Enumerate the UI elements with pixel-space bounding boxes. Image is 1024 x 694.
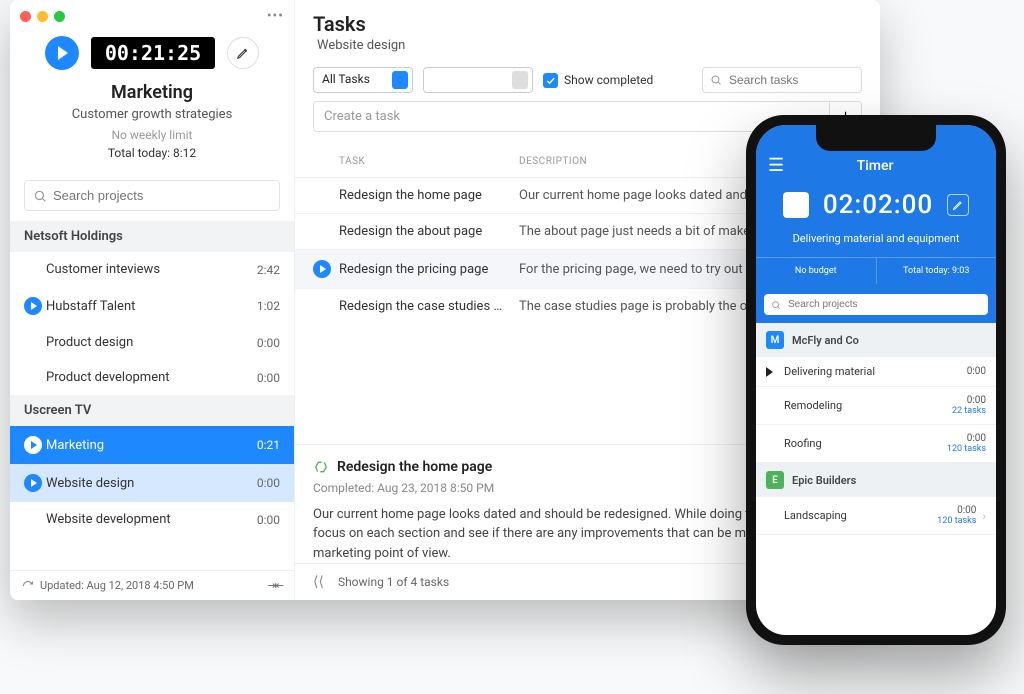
org-letter-icon: M [766,331,784,349]
zoom-window-icon[interactable] [54,11,65,22]
project-name: Marketing [46,438,257,453]
checkbox-checked-icon [543,73,558,88]
minimize-window-icon[interactable] [37,11,48,22]
project-row[interactable]: Website design0:00 [10,464,294,502]
weekly-limit: No weekly limit [24,128,280,142]
task-name: Redesign the case studies pa... [339,299,519,314]
search-projects-input[interactable] [24,180,280,211]
window-titlebar: ••• [10,0,294,32]
project-row[interactable]: Hubstaff Talent1:02 [10,287,294,325]
collapse-icon[interactable]: ⇥⇤ [268,579,282,592]
page-title: Tasks [313,12,862,36]
project-time: 0:00 [257,371,280,385]
project-time: 0:00 [257,513,280,527]
project-row[interactable]: Customer inteviews2:42 [10,252,294,287]
stop-button[interactable] [783,192,809,218]
close-window-icon[interactable] [20,11,31,22]
phone-subtitle: Delivering material and equipment [756,226,996,257]
phone-project-meta: 0:00 [967,366,986,377]
project-name: Product design [46,335,257,350]
sidebar: ••• 00:21:25 Marketing Customer growth s… [10,0,295,600]
phone-total: Total today: 9:03 [876,257,997,284]
phone-project-name: Remodeling [784,399,952,412]
traffic-lights[interactable] [20,11,65,22]
filter-secondary[interactable] [423,67,533,93]
project-name: Website development [46,512,257,527]
project-time: 0:00 [257,476,280,490]
project-row[interactable]: Product development0:00 [10,360,294,395]
create-task-input[interactable]: Create a task [313,101,830,132]
updated-label: Updated: Aug 12, 2018 4:50 PM [40,579,194,592]
play-icon [58,46,68,60]
phone-project-row[interactable]: Remodeling0:0022 tasks [756,387,996,425]
detail-title: Redesign the home page [337,459,492,475]
project-row[interactable]: Marketing0:21 [10,426,294,464]
phone-notch [816,125,936,151]
project-name: Product development [46,370,257,385]
project-time: 0:21 [257,438,280,452]
project-time: 1:02 [257,299,280,313]
phone-project-name: Roofing [784,437,947,450]
phone-timer-value: 02:02:00 [823,190,933,220]
phone-project-row[interactable]: Delivering material0:00 [756,357,996,387]
timer-value: 00:21:25 [91,37,215,69]
org-header[interactable]: Netsoft Holdings [10,221,294,252]
play-icon[interactable] [24,474,42,492]
sidebar-footer: Updated: Aug 12, 2018 4:50 PM ⇥⇤ [10,570,294,600]
pencil-icon [952,199,964,211]
task-name: Redesign the pricing page [339,262,519,277]
phone-project-name: Landscaping [784,509,937,522]
org-name: Epic Builders [792,474,856,487]
phone-search-input[interactable] [764,294,988,315]
play-button[interactable] [45,36,79,70]
task-name: Redesign the about page [339,224,519,239]
phone-org-header[interactable]: M McFly and Co [756,323,996,357]
edit-button[interactable] [227,37,259,69]
play-icon[interactable] [24,436,42,454]
menu-icon[interactable]: ☰ [768,155,784,176]
show-completed-label: Show completed [564,73,653,87]
project-time: 2:42 [257,263,280,277]
pencil-icon [236,46,250,60]
project-name: Website design [46,476,257,491]
phone-project-meta: 0:0022 tasks [952,395,986,416]
phone-title: Timer [784,158,966,174]
play-icon[interactable] [313,260,331,278]
phone-project-row[interactable]: Roofing0:00120 tasks [756,425,996,463]
recycle-icon [313,459,329,475]
show-completed-toggle[interactable]: Show completed [543,73,653,88]
phone-mock: ☰ Timer 02:02:00 Delivering material and… [746,115,1006,645]
phone-project-meta: 0:00120 tasks [937,505,976,526]
project-subtitle: Customer growth strategies [24,107,280,122]
refresh-icon[interactable] [22,580,34,592]
project-name: Customer inteviews [46,262,257,277]
phone-budget: No budget [756,257,876,284]
project-time: 0:00 [257,336,280,350]
phone-project-meta: 0:00120 tasks [947,433,986,454]
filter-all-tasks[interactable]: All Tasks [313,67,413,93]
more-menu-icon[interactable]: ••• [267,8,284,24]
phone-project-name: Delivering material [784,365,967,378]
phone-project-row[interactable]: Landscaping0:00120 tasks › [756,497,996,535]
org-name: McFly and Co [792,334,859,347]
task-name: Redesign the home page [339,188,519,203]
play-icon[interactable] [24,297,42,315]
org-header[interactable]: Uscreen TV [10,395,294,426]
org-letter-icon: E [766,471,784,489]
collapse-left-icon[interactable]: ⟨⟨ [313,574,324,590]
project-title: Marketing [24,82,280,103]
phone-edit-button[interactable] [947,194,969,216]
play-icon[interactable] [766,367,773,377]
project-row[interactable]: Website development0:00 [10,502,294,537]
chevron-right-icon: › [982,509,986,523]
search-tasks-input[interactable] [702,67,862,93]
project-name: Hubstaff Talent [46,299,257,314]
timer-block: 00:21:25 Marketing Customer growth strat… [10,32,294,170]
col-task: TASK [339,156,519,167]
page-subtitle: Website design [313,38,862,53]
total-today: Total today: 8:12 [24,146,280,160]
showing-count: Showing 1 of 4 tasks [338,575,449,589]
phone-org-header[interactable]: E Epic Builders [756,463,996,497]
project-row[interactable]: Product design0:00 [10,325,294,360]
